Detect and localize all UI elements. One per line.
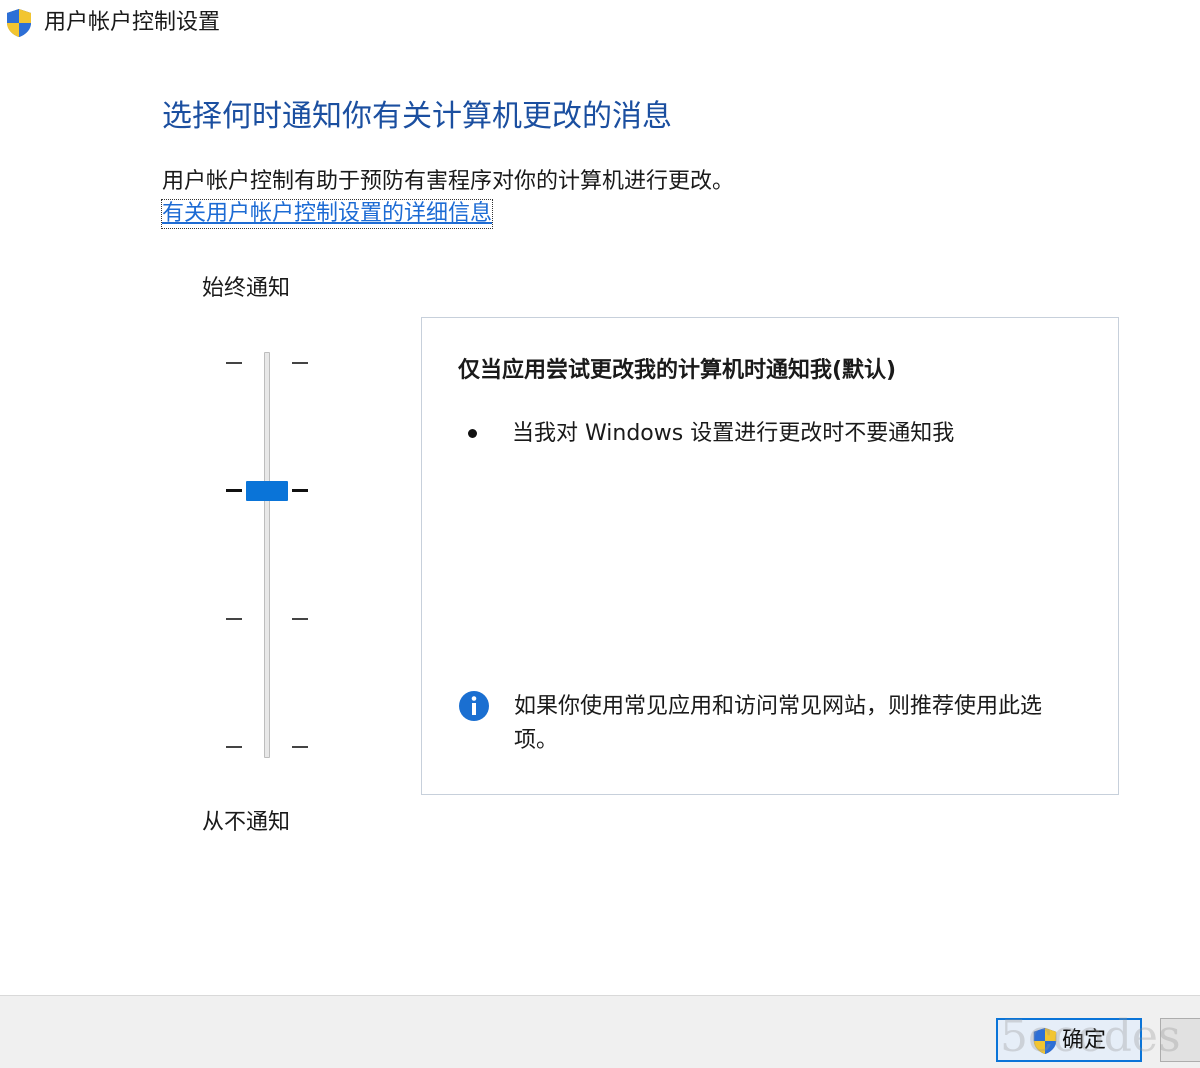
page-heading: 选择何时通知你有关计算机更改的消息 [162, 99, 672, 134]
ok-button[interactable]: 确定 [996, 1018, 1142, 1062]
info-icon [459, 691, 489, 721]
slider-track[interactable] [264, 352, 270, 758]
slider-tick-left-4 [226, 746, 242, 748]
panel-info-text: 如果你使用常见应用和访问常见网站，则推荐使用此选项。 [514, 694, 1043, 753]
slider-tick-left-2 [226, 489, 242, 492]
more-info-link[interactable]: 有关用户帐户控制设置的详细信息 [160, 199, 494, 229]
slider-bottom-label: 从不通知 [202, 810, 291, 835]
slider-tick-right-1 [292, 362, 308, 364]
title-bar: 用户帐户控制设置 [0, 0, 1200, 46]
description-text: 用户帐户控制有助于预防有害程序对你的计算机进行更改。 [162, 169, 735, 194]
setting-description-panel: 仅当应用尝试更改我的计算机时通知我(默认) 当我对 Windows 设置进行更改… [421, 317, 1119, 795]
slider-top-label: 始终通知 [202, 276, 291, 301]
slider-tick-right-4 [292, 746, 308, 748]
cancel-button[interactable] [1160, 1018, 1200, 1062]
slider-tick-left-1 [226, 362, 242, 364]
window-title: 用户帐户控制设置 [44, 10, 221, 35]
panel-bullet-text: 当我对 Windows 设置进行更改时不要通知我 [512, 421, 955, 446]
slider-thumb[interactable] [246, 481, 288, 501]
notification-level-slider[interactable] [220, 340, 320, 770]
uac-shield-icon [7, 9, 31, 37]
slider-tick-right-3 [292, 618, 308, 620]
slider-tick-right-2 [292, 489, 308, 492]
uac-shield-icon [1033, 1028, 1057, 1054]
ok-button-label: 确定 [1062, 1028, 1107, 1053]
bullet-dot [468, 429, 477, 438]
panel-title: 仅当应用尝试更改我的计算机时通知我(默认) [458, 358, 897, 383]
footer-bar: 确定 [0, 996, 1200, 1068]
slider-tick-left-3 [226, 618, 242, 620]
